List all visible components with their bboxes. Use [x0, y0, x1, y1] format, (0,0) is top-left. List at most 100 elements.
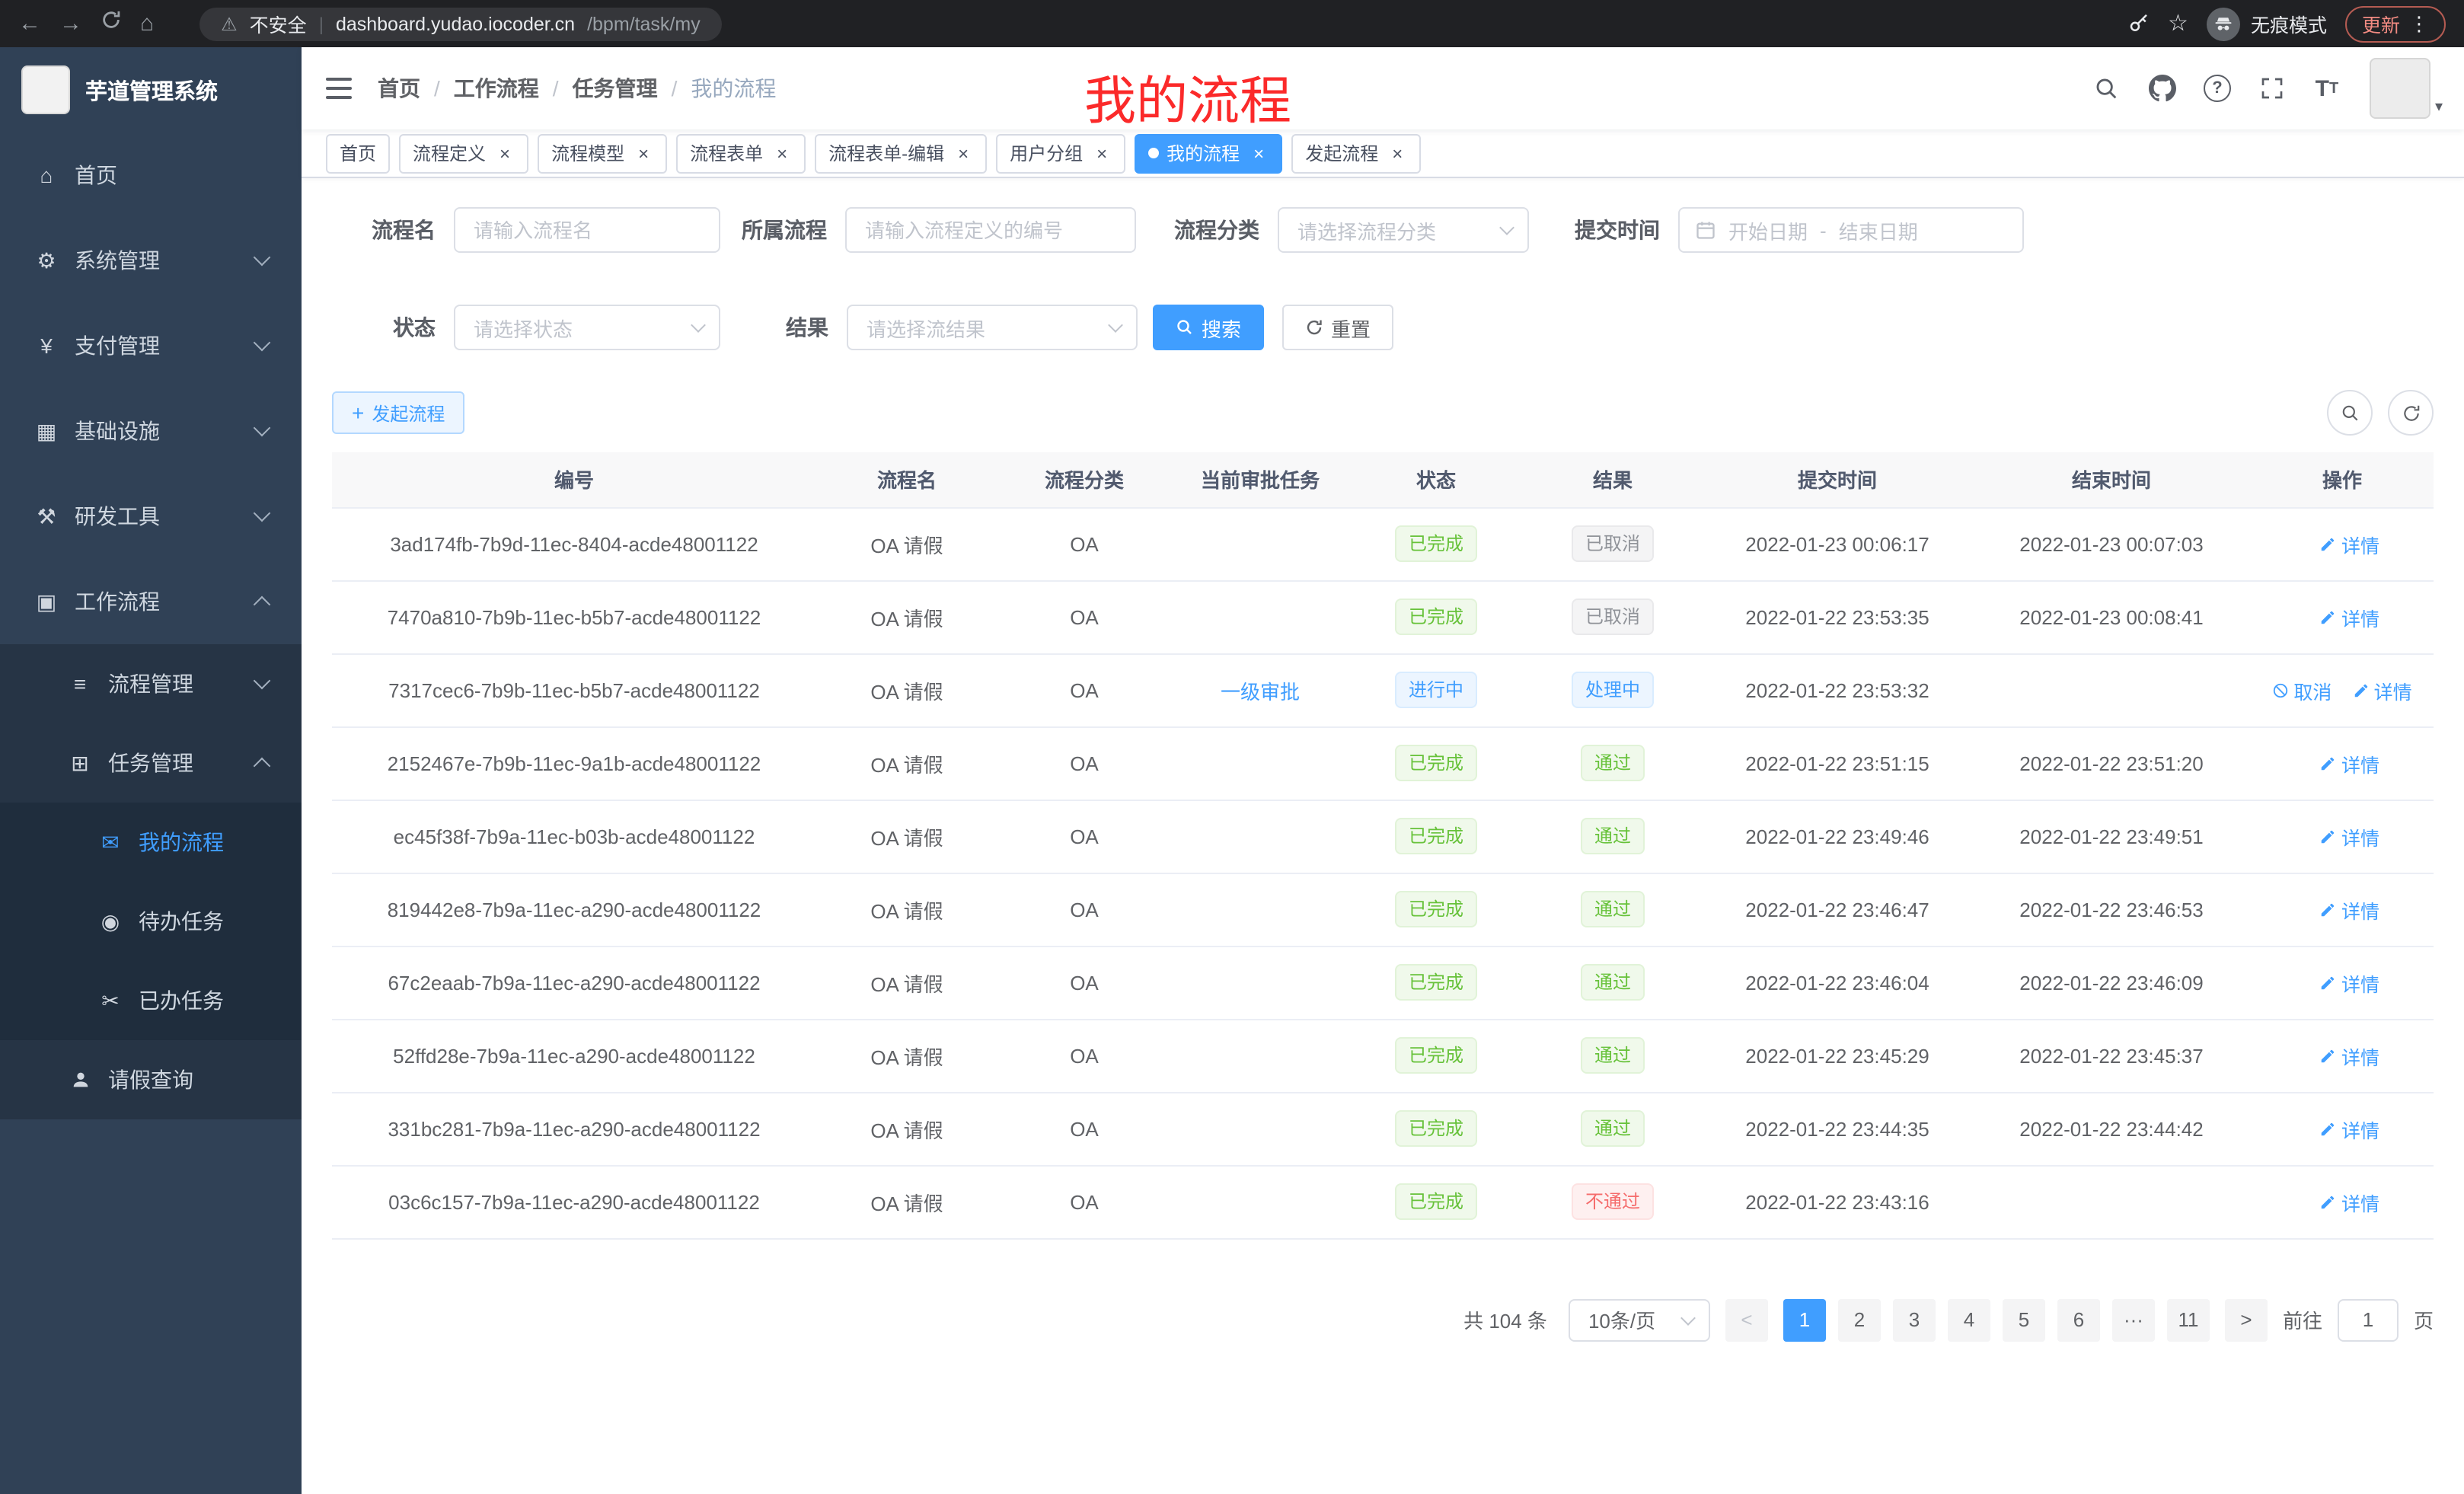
tab[interactable]: 流程模型 × [538, 133, 667, 173]
tab[interactable]: 流程表单-编辑 × [815, 133, 987, 173]
edit-icon [2353, 682, 2370, 698]
fullscreen-icon[interactable] [2251, 58, 2293, 119]
cell-end-time: 2022-01-23 00:08:41 [1972, 580, 2251, 653]
breadcrumb-task-mgmt[interactable]: 任务管理 [573, 73, 658, 104]
sidebar-item-payment[interactable]: ¥ 支付管理 [0, 303, 302, 388]
close-icon[interactable]: × [634, 143, 653, 163]
reload-icon[interactable] [101, 0, 122, 47]
detail-link[interactable]: 详情 [2320, 968, 2379, 997]
detail-link[interactable]: 详情 [2320, 822, 2379, 851]
tab[interactable]: 发起流程 × [1291, 133, 1421, 173]
detail-link[interactable]: 详情 [2320, 895, 2379, 924]
fontsize-icon[interactable]: TT [2306, 58, 2348, 119]
category-select[interactable]: 请选择流程分类 [1278, 207, 1529, 253]
tab[interactable]: 流程定义 × [399, 133, 528, 173]
cell-submit-time: 2022-01-22 23:43:16 [1703, 1165, 1972, 1238]
tab[interactable]: 我的流程 × [1135, 133, 1282, 173]
cell-submit-time: 2022-01-22 23:49:46 [1703, 800, 1972, 873]
create-process-button[interactable]: + 发起流程 [332, 391, 464, 434]
date-range-picker[interactable]: 开始日期 - 结束日期 [1678, 207, 2024, 253]
sidebar-item-todo-tasks[interactable]: ◉ 待办任务 [0, 882, 302, 961]
tab[interactable]: 首页 × [326, 133, 390, 173]
page-number-button[interactable]: 5 [2003, 1298, 2045, 1341]
cell-id: 67c2eaab-7b9a-11ec-a290-acde48001122 [332, 946, 816, 1019]
process-name-input[interactable] [454, 207, 720, 253]
table-row: 331bc281-7b9a-11ec-a290-acde48001122 OA … [332, 1092, 2434, 1165]
sidebar-item-home[interactable]: ⌂ 首页 [0, 132, 302, 218]
sidebar-item-workflow[interactable]: ▣ 工作流程 [0, 559, 302, 644]
page-number-button[interactable]: ··· [2112, 1298, 2155, 1341]
col-header-end-time: 结束时间 [1972, 452, 2251, 507]
sidebar-item-task-mgmt[interactable]: ⊞ 任务管理 [0, 723, 302, 803]
question-icon[interactable]: ? [2196, 58, 2239, 119]
page-number-button[interactable]: 2 [1838, 1298, 1881, 1341]
refresh-button[interactable] [2388, 390, 2434, 436]
sidebar-item-leave-query[interactable]: 请假查询 [0, 1040, 302, 1119]
breadcrumb-workflow[interactable]: 工作流程 [454, 73, 539, 104]
start-date-placeholder: 开始日期 [1728, 215, 1808, 244]
detail-link[interactable]: 详情 [2320, 602, 2379, 631]
sidebar-item-devtools[interactable]: ⚒ 研发工具 [0, 474, 302, 559]
close-icon[interactable]: × [1387, 143, 1407, 163]
page-number-button[interactable]: 11 [2167, 1298, 2210, 1341]
user-menu[interactable]: ▾ [2370, 58, 2443, 119]
detail-link[interactable]: 详情 [2320, 1114, 2379, 1143]
sidebar-item-process-mgmt[interactable]: ≡ 流程管理 [0, 644, 302, 723]
cancel-link[interactable]: 取消 [2272, 675, 2332, 704]
tab-label: 发起流程 [1305, 135, 1378, 171]
status-select[interactable]: 请选择状态 [454, 305, 720, 350]
next-page-button[interactable]: > [2225, 1298, 2268, 1341]
github-icon[interactable] [2141, 58, 2184, 119]
page-size-select[interactable]: 10条/页 [1569, 1298, 1710, 1341]
sidebar-item-system[interactable]: ⚙ 系统管理 [0, 218, 302, 303]
search-button[interactable]: 搜索 [1153, 305, 1264, 350]
breadcrumb-home[interactable]: 首页 [378, 73, 420, 104]
detail-link[interactable]: 详情 [2320, 749, 2379, 777]
detail-link[interactable]: 详情 [2320, 1187, 2379, 1216]
table-row: 52ffd28e-7b9a-11ec-a290-acde48001122 OA … [332, 1019, 2434, 1092]
back-icon[interactable]: ← [18, 0, 41, 47]
process-definition-input[interactable] [845, 207, 1136, 253]
cell-submit-time: 2022-01-22 23:45:29 [1703, 1019, 1972, 1092]
caret-down-icon: ▾ [2435, 99, 2443, 119]
sidebar-item-my-process[interactable]: ✉ 我的流程 [0, 803, 302, 882]
page-number-button[interactable]: 3 [1893, 1298, 1936, 1341]
edit-icon [2320, 1193, 2337, 1210]
tab[interactable]: 流程表单 × [676, 133, 806, 173]
current-task-link[interactable]: 一级审批 [1221, 680, 1300, 703]
star-icon[interactable]: ☆ [2168, 0, 2188, 47]
close-icon[interactable]: × [1249, 143, 1269, 163]
prev-page-button[interactable]: < [1725, 1298, 1768, 1341]
page-number-button[interactable]: 6 [2057, 1298, 2100, 1341]
browser-menu-icon[interactable]: ⋮ [2409, 11, 2429, 36]
forward-icon[interactable]: → [59, 0, 82, 47]
logo[interactable]: 芋道管理系统 [0, 47, 302, 132]
page-number-button[interactable]: 4 [1948, 1298, 1990, 1341]
avatar[interactable] [2370, 58, 2430, 119]
cell-submit-time: 2022-01-23 00:06:17 [1703, 507, 1972, 580]
detail-link[interactable]: 详情 [2320, 1041, 2379, 1070]
result-select[interactable]: 请选择流结果 [847, 305, 1138, 350]
sidebar-item-done-tasks[interactable]: ✂ 已办任务 [0, 961, 302, 1040]
close-icon[interactable]: × [772, 143, 792, 163]
hamburger-icon[interactable] [302, 47, 378, 129]
sidebar-item-infrastructure[interactable]: ▦ 基础设施 [0, 388, 302, 474]
close-icon[interactable]: × [1092, 143, 1112, 163]
search-icon[interactable] [2086, 58, 2129, 119]
tab[interactable]: 用户分组 × [996, 133, 1125, 173]
filter-definition-label: 所属流程 [720, 215, 827, 245]
toggle-search-button[interactable] [2327, 390, 2373, 436]
reset-button[interactable]: 重置 [1282, 305, 1393, 350]
address-bar[interactable]: ⚠ 不安全 | dashboard.yudao.iocoder.cn/bpm/t… [199, 7, 722, 40]
cell-submit-time: 2022-01-22 23:46:04 [1703, 946, 1972, 1019]
breadcrumb-separator: / [553, 76, 559, 101]
update-button[interactable]: 更新 ⋮ [2345, 5, 2446, 42]
detail-link[interactable]: 详情 [2320, 529, 2379, 558]
goto-page-input[interactable] [2338, 1298, 2399, 1341]
close-icon[interactable]: × [953, 143, 973, 163]
detail-link[interactable]: 详情 [2353, 675, 2412, 704]
page-number-button[interactable]: 1 [1783, 1298, 1826, 1341]
home-icon[interactable]: ⌂ [140, 0, 154, 47]
close-icon[interactable]: × [495, 143, 515, 163]
key-icon[interactable] [2127, 12, 2150, 35]
